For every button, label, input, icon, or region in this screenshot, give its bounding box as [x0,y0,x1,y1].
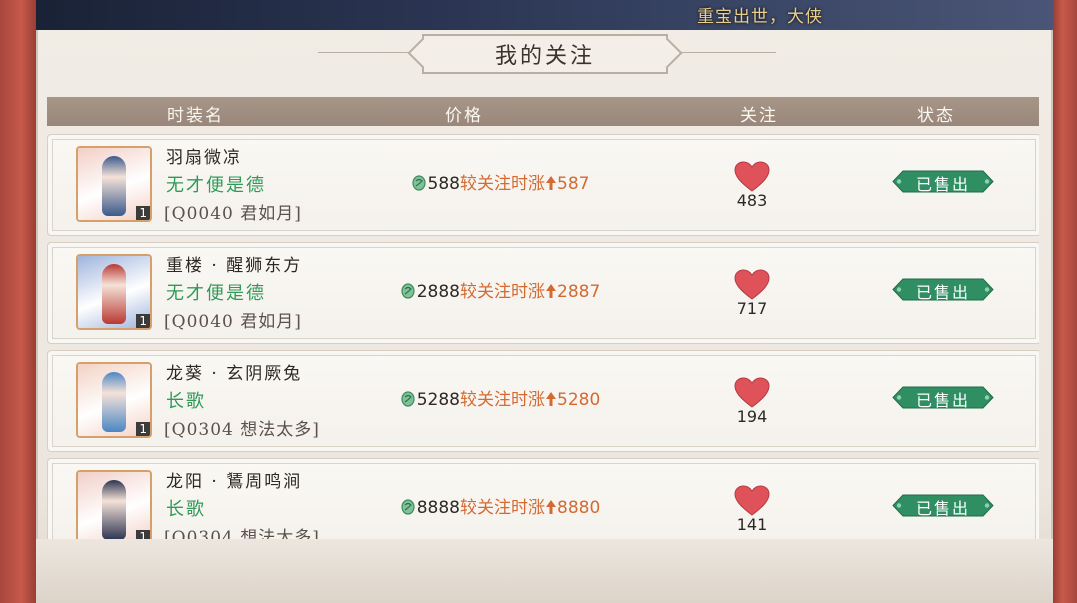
up-arrow-icon [546,500,556,514]
header-name: 时装名 [167,106,224,126]
left-border [0,0,36,603]
price-info: 588较关注时涨 587 [358,169,643,194]
up-arrow-icon [546,284,556,298]
header-follow: 关注 [740,106,778,126]
list-item[interactable]: 1 重楼 · 醒狮东方 无才便是德 [Q0040 君如月] 2888较关注时涨 2… [47,242,1039,344]
item-count: 1 [136,422,150,436]
follow-count: 717 [736,299,768,318]
follow-count: 141 [736,515,768,534]
price-value: 5288 [416,390,460,410]
rise-value: 587 [557,174,590,194]
right-border [1053,0,1077,603]
list-item[interactable]: 1 龙葵 · 玄阴厥兔 长歌 [Q0304 想法太多] 5288较关注时涨 528… [47,350,1039,452]
status-text: 已售出 [915,499,970,518]
server-name: [Q0040 君如月] [164,204,302,224]
server-name: [Q0304 想法太多] [164,420,320,440]
rise-value: 2887 [557,282,601,302]
top-banner-bar: 重宝出世，大侠 [36,0,1053,30]
rise-label: 较关注时涨 [460,282,545,302]
server-name: [Q0040 君如月] [164,312,302,332]
favorites-list[interactable]: 1 羽扇微凉 无才便是德 [Q0040 君如月] 588较关注时涨 587 483… [47,130,1039,539]
rise-value: 8880 [557,498,601,518]
costume-thumbnail[interactable]: 1 [76,146,152,222]
rise-value: 5280 [557,390,601,410]
status-badge: 已售出 [891,494,995,518]
header-price: 价格 [445,106,483,126]
status-text: 已售出 [915,283,970,302]
list-item[interactable]: 1 羽扇微凉 无才便是德 [Q0040 君如月] 588较关注时涨 587 483… [47,134,1039,236]
costume-name: 重楼 · 醒狮东方 [166,256,303,276]
price-info: 5288较关注时涨 5280 [358,385,643,410]
header-status: 状态 [917,106,955,126]
heart-icon[interactable] [734,161,770,193]
costume-thumbnail[interactable]: 1 [76,254,152,330]
character-figure [102,156,126,216]
seller-name: 长歌 [166,391,206,412]
heart-icon[interactable] [734,485,770,517]
price-info: 2888较关注时涨 2887 [358,277,643,302]
price-value: 2888 [416,282,460,302]
costume-name: 龙葵 · 玄阴厥兔 [166,364,303,384]
heart-icon[interactable] [734,377,770,409]
jade-coin-icon [401,391,415,407]
title-plaque: 我的关注 [422,34,668,74]
title-left-line [318,52,420,53]
jade-coin-icon [411,175,426,191]
list-item[interactable]: 1 龙阳 · 鵟周鸣涧 长歌 [Q0304 想法太多] 8888较关注时涨 888… [47,458,1039,539]
follow-count: 194 [736,407,768,426]
price-value: 588 [427,174,460,194]
server-name: [Q0304 想法太多] [164,528,320,539]
table-header: 时装名 价格 关注 状态 [47,97,1039,126]
item-count: 1 [136,314,150,328]
heart-icon[interactable] [734,269,770,301]
status-badge: 已售出 [891,386,995,410]
character-figure [102,480,126,539]
item-count: 1 [136,530,150,539]
rise-label: 较关注时涨 [460,498,545,518]
item-count: 1 [136,206,150,220]
up-arrow-icon [546,392,556,406]
costume-thumbnail[interactable]: 1 [76,362,152,438]
seller-name: 长歌 [166,499,206,520]
price-value: 8888 [416,498,460,518]
rise-label: 较关注时涨 [460,390,545,410]
costume-name: 羽扇微凉 [166,148,242,168]
seller-name: 无才便是德 [166,283,266,304]
status-badge: 已售出 [891,170,995,194]
seller-name: 无才便是德 [166,175,266,196]
status-text: 已售出 [915,391,970,410]
follow-count: 483 [736,191,768,210]
jade-coin-icon [401,499,415,515]
jade-coin-icon [401,283,415,299]
panel-footer [36,539,1053,603]
scrolling-banner-text: 重宝出世，大侠 [697,7,823,27]
status-text: 已售出 [915,175,970,194]
character-figure [102,264,126,324]
up-arrow-icon [546,176,556,190]
costume-name: 龙阳 · 鵟周鸣涧 [166,472,303,492]
page-title: 我的关注 [494,44,595,69]
status-badge: 已售出 [891,278,995,302]
rise-label: 较关注时涨 [460,174,545,194]
costume-thumbnail[interactable]: 1 [76,470,152,539]
character-figure [102,372,126,432]
title-right-line [668,52,776,53]
price-info: 8888较关注时涨 8880 [358,493,643,518]
